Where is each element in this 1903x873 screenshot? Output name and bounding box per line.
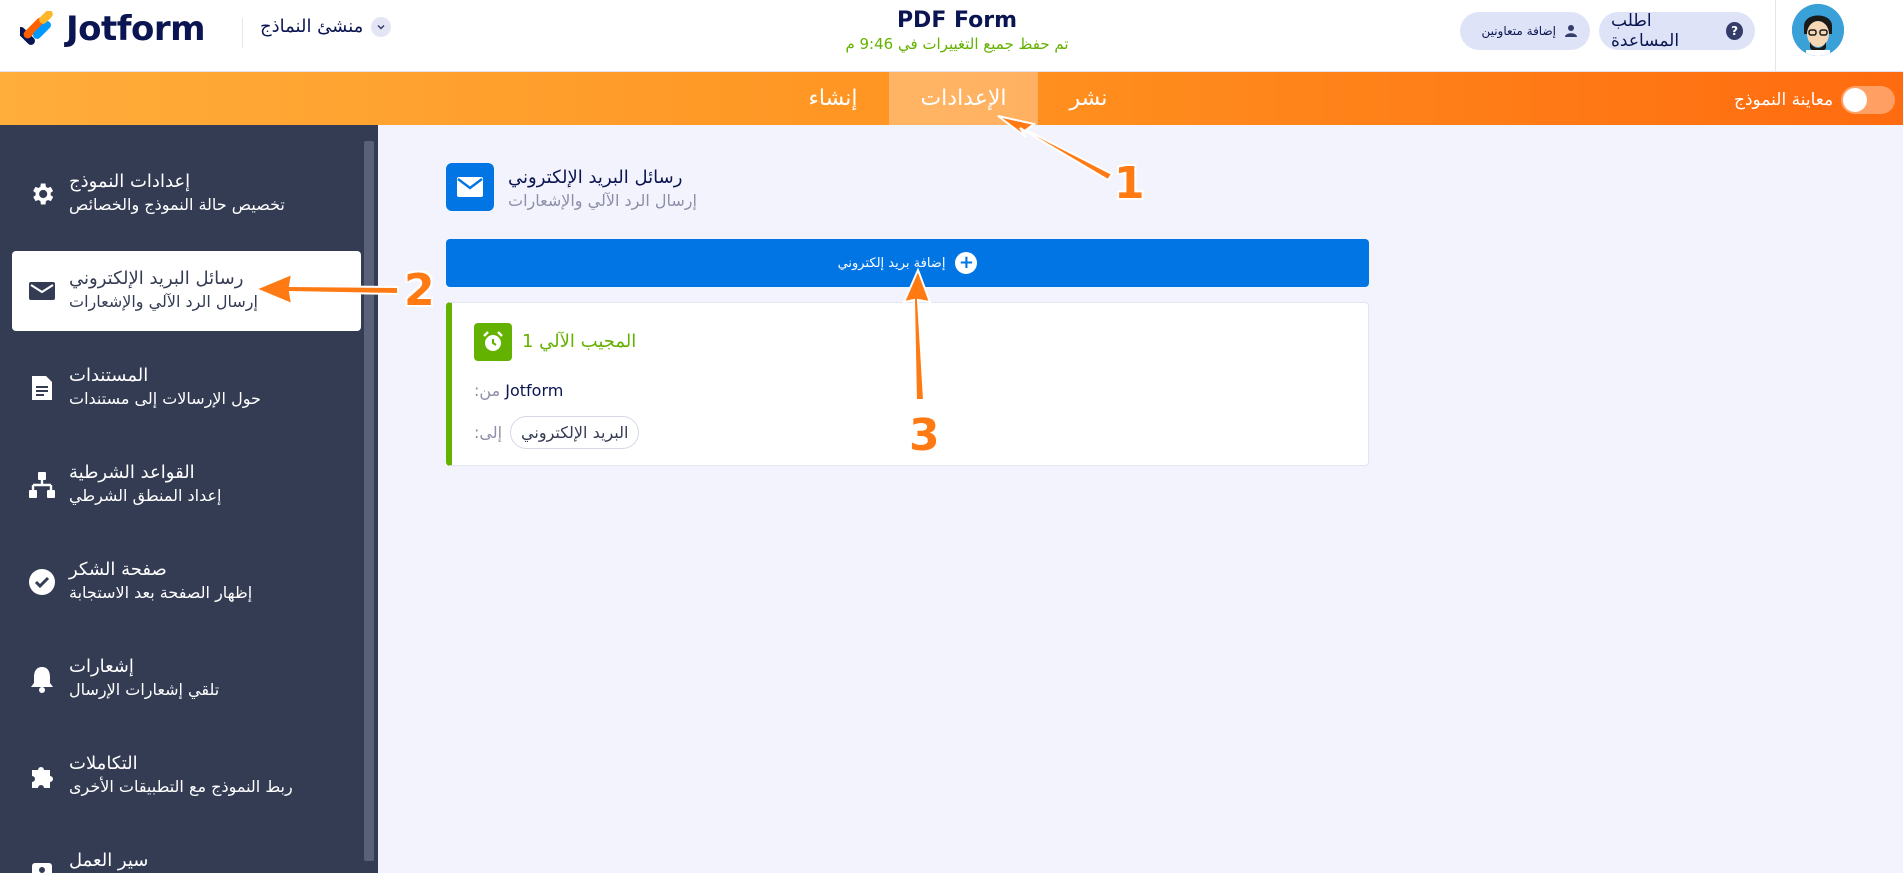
- builder-navbar: إنشاء الإعدادات نشر معاينة النموذج: [0, 72, 1903, 125]
- sidebar-item-title: رسائل البريد الإلكتروني: [69, 268, 244, 289]
- email-card-autoresponder[interactable]: المجيب الآلي 1 من: Jotform إلى: البريد ا…: [446, 302, 1369, 466]
- preview-label: معاينة النموذج: [1734, 90, 1834, 110]
- workflow-icon: [26, 857, 58, 873]
- sidebar-item-subtitle: ربط النموذج مع التطبيقات الأخرى: [69, 777, 293, 796]
- section-title: رسائل البريد الإلكتروني: [508, 167, 683, 188]
- alarm-clock-icon: [474, 323, 512, 361]
- envelope-icon: [26, 275, 58, 307]
- envelope-icon: [446, 163, 494, 211]
- sidebar-item-emails[interactable]: رسائل البريد الإلكتروني إرسال الرد الآلي…: [12, 251, 361, 331]
- header-divider-right: [1775, 0, 1776, 72]
- add-collaborators-button[interactable]: إضافة متعاونين: [1460, 12, 1590, 50]
- preview-switch-knob: [1843, 88, 1868, 112]
- sidebar-item-title: القواعد الشرطية: [69, 462, 195, 483]
- document-icon: [26, 372, 58, 404]
- email-to-chip: البريد الإلكتروني: [510, 416, 640, 449]
- emails-panel: رسائل البريد الإلكتروني إرسال الرد الآلي…: [378, 125, 1903, 873]
- top-header: Jotform منشئ النماذج PDF Form تم حفظ جمي…: [0, 0, 1903, 72]
- email-from-label: من:: [474, 381, 501, 400]
- get-help-button[interactable]: ? اطلب المساعدة: [1599, 11, 1755, 51]
- sidebar-item-title: التكاملات: [69, 753, 138, 774]
- sidebar-item-subtitle: إرسال الرد الآلي والإشعارات: [69, 292, 258, 311]
- sidebar-item-subtitle: إظهار الصفحة بعد الاستجابة: [69, 583, 253, 602]
- form-preview-toggle[interactable]: معاينة النموذج: [1734, 86, 1896, 114]
- sidebar-item-form-settings[interactable]: إعدادات النموذج تخصيص حالة النموذج والخص…: [12, 154, 361, 234]
- tab-settings[interactable]: الإعدادات: [889, 72, 1038, 125]
- sidebar-item-integrations[interactable]: التكاملات ربط النموذج مع التطبيقات الأخر…: [12, 736, 361, 816]
- plus-icon: +: [955, 252, 978, 274]
- user-icon: [1565, 25, 1577, 37]
- sidebar-scrollbar[interactable]: [364, 141, 374, 861]
- preview-switch[interactable]: [1841, 86, 1896, 114]
- email-card-title: المجيب الآلي 1: [522, 331, 637, 352]
- sidebar-item-subtitle: إعداد المنطق الشرطي: [69, 486, 222, 505]
- bell-icon: [26, 663, 58, 695]
- sidebar-item-title: إعدادات النموذج: [69, 171, 191, 192]
- sidebar-item-title: المستندات: [69, 365, 149, 386]
- sidebar-item-title: إشعارات: [69, 656, 134, 677]
- get-help-label: اطلب المساعدة: [1611, 11, 1680, 51]
- annotation-number-1: 1: [1114, 158, 1145, 209]
- avatar[interactable]: [1792, 4, 1844, 56]
- settings-sidebar: إعدادات النموذج تخصيص حالة النموذج والخص…: [0, 125, 378, 873]
- sidebar-item-conditions[interactable]: القواعد الشرطية إعداد المنطق الشرطي: [12, 445, 361, 525]
- email-to-label: إلى:: [474, 423, 503, 442]
- tab-create[interactable]: إنشاء: [789, 72, 877, 125]
- email-from-row: من: Jotform: [474, 381, 563, 400]
- sidebar-item-workflow[interactable]: سير العمل: [12, 833, 361, 873]
- tab-publish[interactable]: نشر: [1050, 72, 1127, 125]
- conditions-icon: [26, 469, 58, 501]
- sidebar-item-title: سير العمل: [69, 850, 149, 871]
- sidebar-item-subtitle: تلقي إشعارات الإرسال: [69, 680, 220, 699]
- add-collaborators-label: إضافة متعاونين: [1481, 24, 1556, 38]
- email-to-row: إلى: البريد الإلكتروني: [474, 416, 640, 449]
- section-subtitle: إرسال الرد الآلي والإشعارات: [508, 191, 697, 210]
- add-email-button[interactable]: + إضافة بريد إلكتروني: [446, 239, 1369, 287]
- gear-icon: [26, 178, 58, 210]
- sidebar-item-subtitle: تخصيص حالة النموذج والخصائص: [69, 195, 285, 214]
- add-email-label: إضافة بريد إلكتروني: [837, 255, 946, 271]
- question-icon: ?: [1726, 22, 1743, 40]
- sidebar-item-title: صفحة الشكر: [69, 559, 167, 580]
- check-circle-icon: [26, 566, 58, 598]
- annotation-number-3: 3: [909, 410, 940, 461]
- sidebar-item-thank-you-page[interactable]: صفحة الشكر إظهار الصفحة بعد الاستجابة: [12, 542, 361, 622]
- sidebar-item-documents[interactable]: المستندات حول الإرسالات إلى مستندات: [12, 348, 361, 428]
- sidebar-item-subtitle: حول الإرسالات إلى مستندات: [69, 389, 261, 408]
- sidebar-item-notifications[interactable]: إشعارات تلقي إشعارات الإرسال: [12, 639, 361, 719]
- email-from-value: Jotform: [505, 381, 564, 400]
- annotation-number-2: 2: [404, 265, 435, 316]
- puzzle-icon: [26, 760, 58, 792]
